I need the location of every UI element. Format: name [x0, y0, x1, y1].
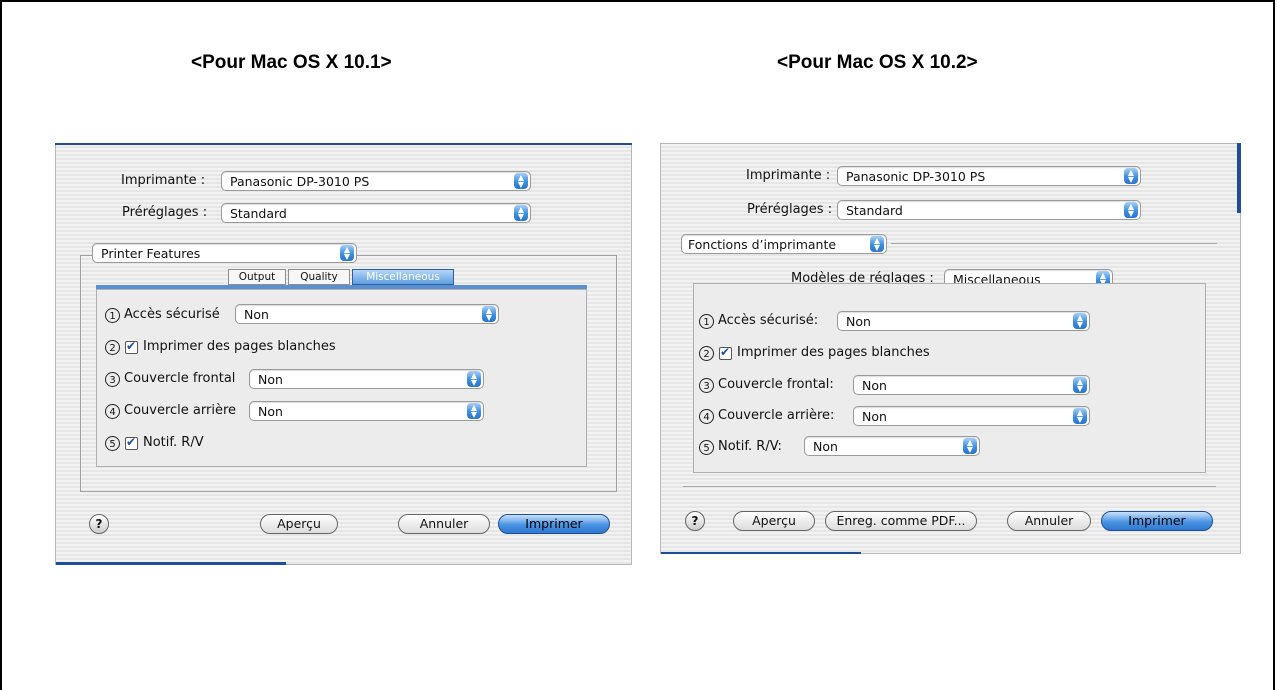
window-edge [55, 143, 632, 145]
secure-access-label: Accès sécurisé [124, 307, 220, 322]
presets-popup[interactable]: Standard ▲ ▼ [221, 203, 531, 223]
window-edge [661, 552, 861, 554]
preview-button[interactable]: Aperçu [260, 514, 338, 534]
front-cover-label: Couvercle frontal [124, 371, 236, 386]
updown-arrows-icon: ▲▼ [482, 306, 496, 322]
presets-label: Préréglages : [747, 202, 833, 217]
updown-arrows-icon: ▲▼ [467, 403, 481, 419]
rear-cover-popup[interactable]: Non ▲ ▼ [249, 401, 484, 421]
updown-arrows-icon: ▲▼ [514, 173, 528, 189]
duplex-notify-checkbox[interactable] [125, 435, 138, 450]
tab-quality[interactable]: Quality [288, 269, 350, 285]
help-icon[interactable]: ? [89, 514, 109, 534]
row-number-4: 4 [105, 404, 120, 419]
blank-pages-checkbox[interactable] [719, 345, 732, 360]
printer-value: Panasonic DP-3010 PS [230, 174, 370, 189]
presets-value: Standard [230, 206, 287, 221]
secure-access-value: Non [244, 307, 269, 322]
print-dialog-10-1: Imprimante : Panasonic DP-3010 PS ▲ ▼ Pré… [55, 143, 632, 565]
cancel-button[interactable]: Annuler [1007, 511, 1091, 531]
preview-button[interactable]: Aperçu [733, 511, 815, 531]
updown-arrows-icon: ▲▼ [514, 205, 528, 221]
presets-value: Standard [846, 203, 903, 218]
rear-cover-value: Non [258, 404, 283, 419]
miscellaneous-pane: 1 Accès sécurisé Non ▲▼ 2 Imprimer des p… [96, 289, 587, 467]
updown-arrows-icon: ▲▼ [1073, 408, 1087, 424]
section-popup[interactable]: Fonctions d’imprimante ▲ ▼ [681, 234, 887, 254]
printer-value: Panasonic DP-3010 PS [846, 169, 986, 184]
help-icon[interactable]: ? [685, 511, 705, 531]
section-popup[interactable]: Printer Features ▲ ▼ [92, 243, 357, 263]
blank-pages-checkbox[interactable] [125, 339, 138, 354]
heading-mac-10-2: <Pour Mac OS X 10.2> [777, 52, 978, 73]
updown-arrows-icon: ▲▼ [1073, 313, 1087, 329]
row-number-3: 3 [699, 378, 714, 393]
print-button[interactable]: Imprimer [1101, 511, 1213, 531]
row-number-4: 4 [699, 409, 714, 424]
row-number-1: 1 [699, 314, 714, 329]
tab-output[interactable]: Output [228, 269, 286, 285]
row-number-5: 5 [699, 440, 714, 455]
row-number-2: 2 [699, 346, 714, 361]
save-as-pdf-button[interactable]: Enreg. comme PDF... [825, 511, 977, 531]
secure-access-popup[interactable]: Non ▲ ▼ [235, 304, 499, 324]
blank-pages-label: Imprimer des pages blanches [737, 345, 930, 360]
duplex-notify-value: Non [813, 439, 838, 454]
printer-label: Imprimante : [121, 173, 206, 188]
updown-arrows-icon: ▲▼ [1124, 202, 1138, 218]
rear-cover-label: Couvercle arrière [124, 403, 237, 418]
updown-arrows-icon: ▲▼ [467, 371, 481, 387]
secure-access-label: Accès sécurisé: [718, 313, 819, 328]
updown-arrows-icon: ▲▼ [340, 245, 354, 261]
duplex-notify-label: Notif. R/V [143, 435, 204, 450]
presets-popup[interactable]: Standard ▲ ▼ [837, 200, 1141, 220]
front-cover-popup[interactable]: Non ▲ ▼ [249, 369, 484, 389]
secure-access-popup[interactable]: Non ▲ ▼ [837, 311, 1090, 331]
tab-miscellaneous[interactable]: Miscellaneous [352, 269, 454, 285]
row-number-2: 2 [105, 340, 120, 355]
button-separator [683, 486, 1216, 487]
row-number-1: 1 [105, 308, 120, 323]
front-cover-value: Non [862, 378, 887, 393]
printer-label: Imprimante : [746, 168, 831, 183]
updown-arrows-icon: ▲▼ [1124, 168, 1138, 184]
duplex-notify-popup[interactable]: Non ▲ ▼ [804, 436, 980, 456]
heading-mac-10-1: <Pour Mac OS X 10.1> [191, 52, 392, 73]
window-edge [1237, 143, 1241, 213]
row-number-3: 3 [105, 372, 120, 387]
section-separator [891, 243, 1217, 244]
print-dialog-10-2: Imprimante : Panasonic DP-3010 PS ▲ ▼ Pré… [660, 143, 1241, 554]
row-number-5: 5 [105, 436, 120, 451]
miscellaneous-pane: 1 Accès sécurisé: Non ▲▼ 2 Imprimer des … [693, 283, 1206, 473]
secure-access-value: Non [846, 314, 871, 329]
presets-label: Préréglages : [122, 205, 208, 220]
rear-cover-value: Non [862, 409, 887, 424]
section-value: Fonctions d’imprimante [688, 237, 837, 252]
printer-popup[interactable]: Panasonic DP-3010 PS ▲ ▼ [837, 166, 1141, 186]
front-cover-value: Non [258, 372, 283, 387]
updown-arrows-icon: ▲▼ [870, 236, 884, 252]
cancel-button[interactable]: Annuler [398, 514, 490, 534]
updown-arrows-icon: ▲▼ [1073, 377, 1087, 393]
rear-cover-popup[interactable]: Non ▲ ▼ [853, 406, 1090, 426]
front-cover-popup[interactable]: Non ▲ ▼ [853, 375, 1090, 395]
duplex-notify-label: Notif. R/V: [718, 439, 782, 454]
rear-cover-label: Couvercle arrière: [718, 408, 835, 423]
blank-pages-label: Imprimer des pages blanches [143, 339, 336, 354]
printer-popup[interactable]: Panasonic DP-3010 PS ▲ ▼ [221, 171, 531, 191]
section-value: Printer Features [101, 246, 201, 261]
updown-arrows-icon: ▲▼ [963, 438, 977, 454]
window-edge [56, 562, 286, 565]
print-button[interactable]: Imprimer [498, 514, 610, 534]
front-cover-label: Couvercle frontal: [718, 377, 834, 392]
